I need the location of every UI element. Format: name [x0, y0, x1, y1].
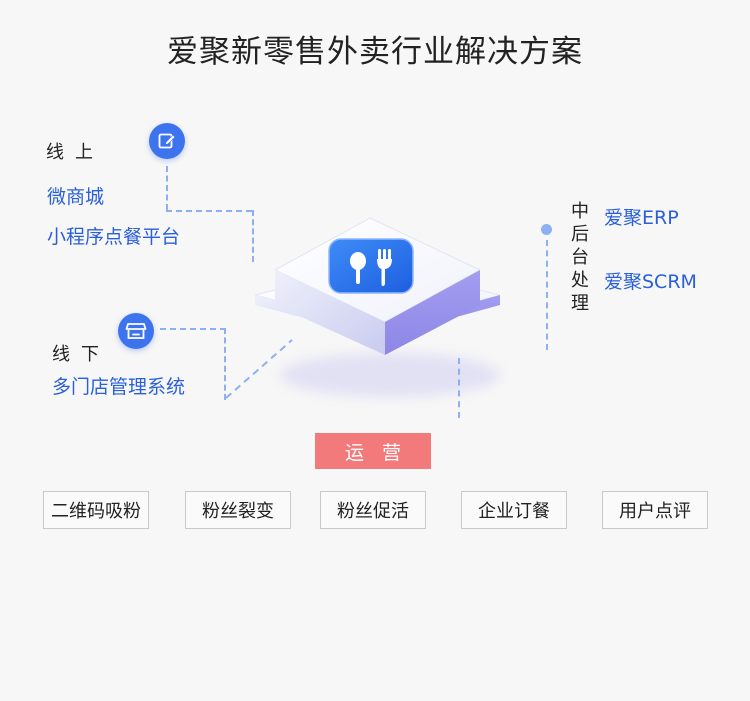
store-icon	[118, 313, 154, 349]
middle-platform-item-scrm[interactable]: 爱聚SCRM	[604, 267, 697, 294]
middle-platform-label: 中 后 台 处 理	[570, 200, 590, 315]
operations-tag[interactable]: 粉丝促活	[320, 491, 426, 529]
online-item-mall[interactable]: 微商城	[47, 182, 104, 209]
online-label: 线上	[46, 142, 104, 163]
middle-platform-label-char: 台	[571, 247, 589, 268]
middle-platform-label-char: 处	[571, 270, 589, 291]
offline-label: 线下	[52, 344, 110, 365]
operations-banner: 运营	[315, 433, 431, 469]
middle-platform-label-char: 后	[571, 224, 589, 245]
middle-platform-label-char: 中	[571, 201, 589, 222]
middle-platform-dot	[541, 224, 552, 235]
operations-connector-line	[458, 358, 460, 418]
offline-connector-line	[160, 328, 226, 330]
middle-platform-item-erp[interactable]: 爱聚ERP	[604, 203, 679, 230]
operations-tag[interactable]: 用户点评	[602, 491, 708, 529]
middle-platform-connector-line	[546, 240, 548, 350]
offline-item-multi-store[interactable]: 多门店管理系统	[52, 372, 185, 399]
operations-tag[interactable]: 企业订餐	[461, 491, 567, 529]
online-connector-line	[166, 210, 252, 212]
operations-tag[interactable]: 粉丝裂变	[185, 491, 291, 529]
online-connector-line	[166, 166, 168, 210]
edit-icon	[149, 123, 185, 159]
middle-platform-label-char: 理	[571, 293, 589, 314]
operations-tag[interactable]: 二维码吸粉	[43, 491, 149, 529]
online-item-mini-program[interactable]: 小程序点餐平台	[47, 222, 180, 249]
restaurant-icon	[327, 237, 415, 295]
page-title: 爱聚新零售外卖行业解决方案	[167, 34, 583, 70]
